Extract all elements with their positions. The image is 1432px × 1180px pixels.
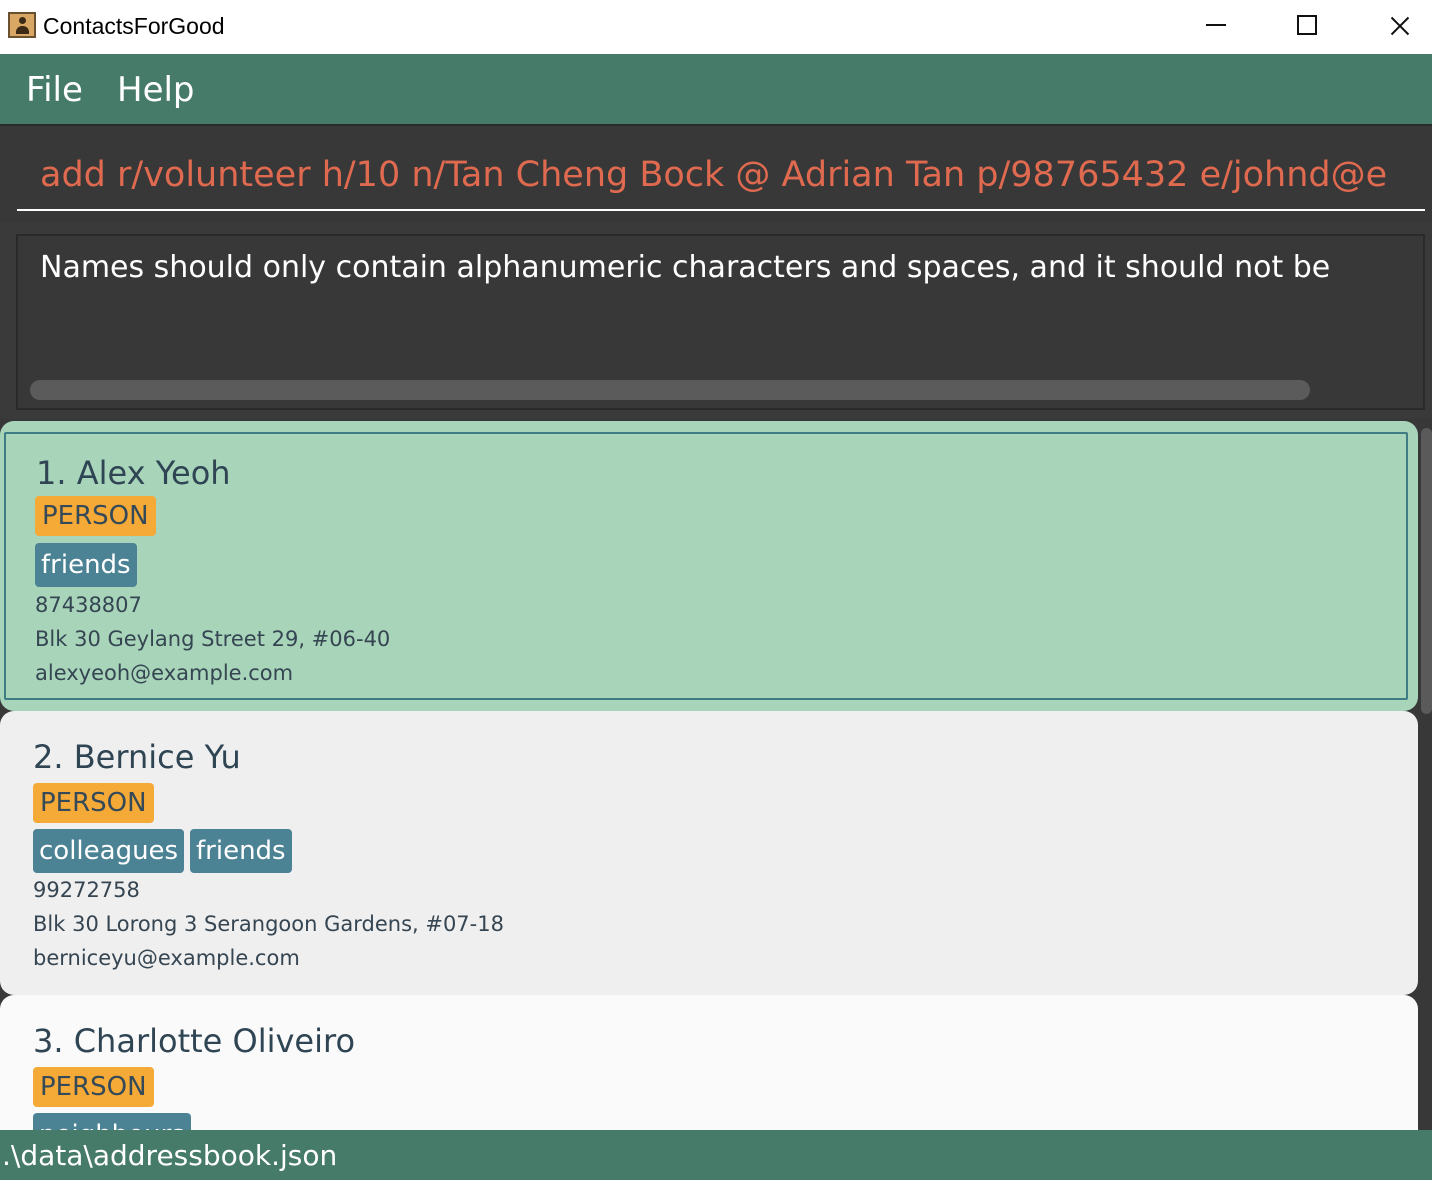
tag-badge: friends <box>190 829 292 873</box>
window-title: ContactsForGood <box>43 13 225 39</box>
maximize-button[interactable] <box>1262 0 1352 54</box>
person-card[interactable]: 3. Charlotte Oliveiro PERSON neighbours <box>0 995 1418 1130</box>
person-email: alexyeoh@example.com <box>35 661 294 685</box>
person-name: 2. Bernice Yu <box>33 738 241 776</box>
command-input[interactable]: add r/volunteer h/10 n/Tan Cheng Bock @ … <box>40 151 1405 199</box>
person-phone: 99272758 <box>33 878 140 902</box>
maximize-icon <box>1297 15 1317 35</box>
tag-badge: colleagues <box>33 829 185 873</box>
command-input-underline <box>17 209 1425 211</box>
result-display-panel: Names should only contain alphanumeric c… <box>0 222 1432 418</box>
person-card[interactable]: 2. Bernice Yu PERSON colleagues friends … <box>0 711 1418 995</box>
close-button[interactable] <box>1354 0 1432 54</box>
person-type-badge: PERSON <box>35 496 156 536</box>
person-name: 3. Charlotte Oliveiro <box>33 1022 356 1060</box>
menu-help[interactable]: Help <box>117 68 195 112</box>
person-type-badge: PERSON <box>33 783 154 823</box>
window-titlebar: ContactsForGood <box>0 0 1432 54</box>
person-address: Blk 30 Geylang Street 29, #06-40 <box>35 627 391 651</box>
minimize-button[interactable] <box>1170 0 1260 54</box>
tag-badge: neighbours <box>33 1113 191 1130</box>
contacts-book-icon <box>8 12 36 38</box>
save-location-path: .\data\addressbook.json <box>2 1139 338 1172</box>
menu-file[interactable]: File <box>26 68 83 112</box>
result-display[interactable]: Names should only contain alphanumeric c… <box>16 234 1425 410</box>
tag-badge: friends <box>35 543 137 587</box>
person-type-badge: PERSON <box>33 1067 154 1107</box>
command-box: add r/volunteer h/10 n/Tan Cheng Bock @ … <box>0 124 1432 222</box>
person-name: 1. Alex Yeoh <box>36 454 231 492</box>
person-list-scrollbar[interactable] <box>1421 428 1432 714</box>
person-list[interactable]: 1. Alex Yeoh PERSON friends 87438807 Blk… <box>0 418 1432 1130</box>
result-message: Names should only contain alphanumeric c… <box>40 250 1331 285</box>
menu-bar: File Help <box>0 54 1432 124</box>
person-email: berniceyu@example.com <box>33 946 300 970</box>
status-bar: .\data\addressbook.json <box>0 1130 1432 1180</box>
person-address: Blk 30 Lorong 3 Serangoon Gardens, #07-1… <box>33 912 504 936</box>
person-card[interactable]: 1. Alex Yeoh PERSON friends 87438807 Blk… <box>0 421 1418 711</box>
minimize-icon <box>1206 24 1226 26</box>
person-phone: 87438807 <box>35 593 142 617</box>
result-horizontal-scrollbar[interactable] <box>30 380 1310 400</box>
